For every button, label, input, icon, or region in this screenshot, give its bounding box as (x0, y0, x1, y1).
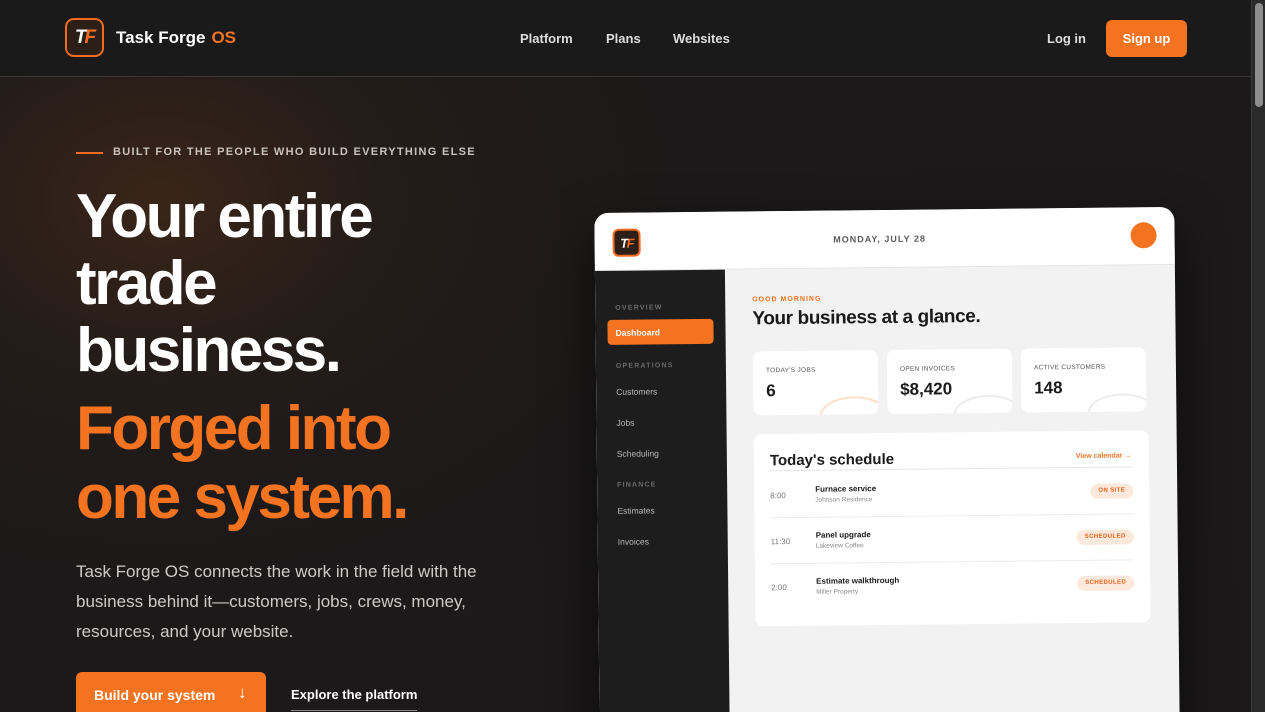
mockup-main: GOOD MORNING Your business at a glance. … (725, 265, 1180, 712)
dashboard-mockup: TF MONDAY, JULY 28 OVERVIEW Dashboard OP… (594, 206, 1180, 712)
row-time: 2:00 (771, 583, 787, 593)
build-system-label: Build your system (94, 687, 216, 703)
page: TF Task Forge OS Platform Plans Websites … (0, 0, 1251, 712)
brand-name[interactable]: Task Forge OS (116, 28, 236, 48)
row-time: 8:00 (770, 491, 786, 501)
signup-button[interactable]: Sign up (1106, 20, 1187, 57)
eyebrow-text: BUILT FOR THE PEOPLE WHO BUILD EVERYTHIN… (113, 146, 476, 158)
row-subtitle: Johnson Residence (815, 496, 873, 504)
page-scrollbar[interactable] (1251, 0, 1265, 712)
schedule-title: Today's schedule (769, 450, 895, 470)
schedule-row: 11:30 Panel upgrade Lakeview Coffee SCHE… (770, 514, 1134, 565)
sidebar-item-estimates: Estimates (617, 505, 655, 516)
accent-line: Forged into (76, 394, 392, 463)
stat-label: ACTIVE CUSTOMERS (1033, 363, 1106, 372)
sidebar-group-label: FINANCE (617, 481, 657, 489)
sidebar-item-jobs: Jobs (616, 417, 635, 428)
status-badge: ON SITE (1090, 483, 1134, 499)
row-title: Furnace service (815, 484, 877, 494)
mockup-date: MONDAY, JULY 28 (833, 233, 926, 245)
row-title: Estimate walkthrough (816, 575, 900, 586)
hero-headline-accent: Forged into one system. (76, 394, 409, 532)
sidebar-group-label: OVERVIEW (615, 304, 663, 312)
sidebar-item-invoices: Invoices (617, 536, 649, 547)
row-subtitle: Miller Property (816, 588, 859, 596)
nav-link-plans[interactable]: Plans (606, 31, 641, 46)
row-subtitle: Lakeview Coffee (815, 542, 864, 550)
eyebrow-rule (76, 152, 103, 154)
mockup-title: Your business at a glance. (752, 306, 981, 330)
row-time: 11:30 (770, 537, 791, 547)
schedule-row: 8:00 Furnace service Johnson Residence O… (770, 468, 1134, 519)
logo-mark: TF (74, 26, 96, 48)
accent-line: one system. (76, 463, 409, 532)
mockup-topbar: TF MONDAY, JULY 28 (594, 206, 1175, 272)
sidebar-item-customers: Customers (616, 386, 658, 397)
schedule-row: 2:00 Estimate walkthrough Miller Propert… (771, 560, 1135, 610)
sidebar-group-label: OPERATIONS (615, 362, 674, 370)
stat-card-active-customers: ACTIVE CUSTOMERS 148 (1020, 347, 1147, 413)
stat-value: 148 (1034, 378, 1063, 398)
sidebar-item-dashboard: Dashboard (607, 318, 714, 345)
stat-arc (1087, 393, 1147, 413)
greeting: GOOD MORNING (752, 295, 822, 304)
stat-arc (953, 394, 1013, 414)
mockup-sidebar: OVERVIEW Dashboard OPERATIONS Customers … (594, 269, 730, 712)
status-badge: SCHEDULED (1077, 575, 1135, 592)
brand-suffix: OS (211, 28, 236, 47)
logo[interactable]: TF (65, 18, 104, 57)
avatar (1130, 222, 1157, 249)
stat-value: 6 (766, 381, 776, 401)
hero-description: Task Forge OS connects the work in the f… (76, 562, 477, 641)
headline-line: business. (76, 316, 342, 385)
arrow-down-icon: ↓ (238, 683, 247, 702)
scrollbar-thumb[interactable] (1255, 3, 1263, 107)
stat-card-todays-jobs: TODAY'S JOBS 6 (752, 350, 879, 416)
status-badge: SCHEDULED (1076, 529, 1134, 546)
nav-link-platform[interactable]: Platform (520, 31, 573, 46)
top-nav: TF Task Forge OS Platform Plans Websites … (0, 0, 1251, 77)
nav-link-websites[interactable]: Websites (673, 31, 730, 46)
stat-card-open-invoices: OPEN INVOICES $8,420 (886, 348, 1013, 414)
headline-line: Your entire (76, 182, 374, 251)
build-system-button[interactable]: Build your system ↓ (76, 672, 266, 712)
row-title: Panel upgrade (815, 530, 871, 540)
stat-label: TODAY'S JOBS (765, 366, 816, 375)
sidebar-item-scheduling: Scheduling (616, 448, 659, 459)
hero-headline: Your entire trade business. (76, 182, 374, 385)
brand-name-text: Task Forge (116, 28, 206, 47)
stat-label: OPEN INVOICES (899, 365, 956, 373)
explore-platform-link[interactable]: Explore the platform (291, 687, 418, 711)
headline-line: trade (76, 249, 218, 318)
stat-arc (819, 395, 879, 416)
schedule-card: Today's schedule View calendar → 8:00 Fu… (753, 430, 1151, 627)
stat-value: $8,420 (900, 379, 953, 399)
view-calendar-link: View calendar → (1075, 452, 1132, 461)
login-link[interactable]: Log in (1047, 31, 1086, 46)
